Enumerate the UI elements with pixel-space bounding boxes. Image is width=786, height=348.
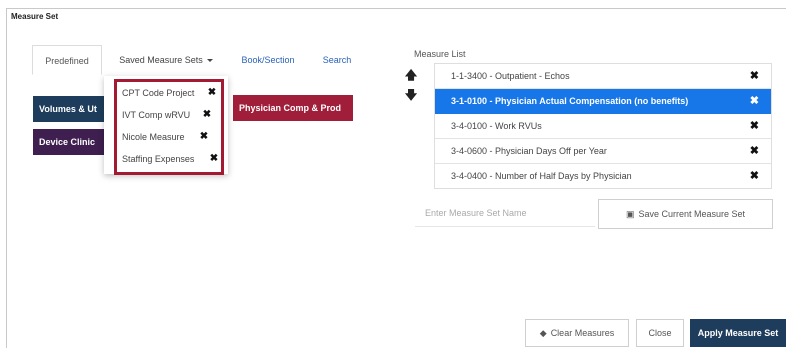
- tab-search[interactable]: Search: [312, 45, 362, 75]
- close-icon[interactable]: ✖: [750, 114, 759, 138]
- saved-set-item[interactable]: IVT Comp wRVU: [122, 108, 190, 122]
- measure-item-label: 3-1-0100 - Physician Actual Compensation…: [451, 96, 689, 106]
- tab-book-section[interactable]: Book/Section: [232, 45, 304, 75]
- panel-title: Measure Set: [11, 12, 59, 21]
- save-button-label: Save Current Measure Set: [638, 209, 746, 219]
- saved-set-item[interactable]: Nicole Measure: [122, 130, 185, 144]
- close-icon[interactable]: ✖: [750, 139, 759, 163]
- tab-saved-measure-sets[interactable]: Saved Measure Sets: [104, 45, 228, 75]
- close-icon[interactable]: ✖: [199, 130, 209, 144]
- close-icon[interactable]: ✖: [750, 164, 759, 188]
- measure-list-item[interactable]: 3-4-0100 - Work RVUs ✖: [435, 114, 771, 139]
- measure-set-name-input[interactable]: [415, 199, 595, 227]
- measure-item-label: 3-4-0400 - Number of Half Days by Physic…: [451, 171, 632, 181]
- measure-list-item[interactable]: 3-4-0600 - Physician Days Off per Year ✖: [435, 139, 771, 164]
- close-icon[interactable]: ✖: [750, 89, 759, 113]
- measure-item-label: 3-4-0100 - Work RVUs: [451, 121, 542, 131]
- measure-list-item[interactable]: 1-1-3400 - Outpatient - Echos ✖: [435, 64, 771, 89]
- measure-source-tabs: Predefined Saved Measure Sets Book/Secti…: [32, 45, 367, 75]
- close-icon[interactable]: ✖: [209, 152, 219, 166]
- saved-set-item[interactable]: CPT Code Project: [122, 86, 194, 100]
- close-icon[interactable]: ✖: [207, 86, 217, 100]
- measure-list-label: Measure List: [414, 49, 466, 59]
- tab-predefined[interactable]: Predefined: [32, 45, 102, 75]
- chip-physician-comp[interactable]: Physician Comp & Prod: [233, 95, 353, 121]
- clear-button-label: Clear Measures: [550, 328, 615, 338]
- measure-list: 1-1-3400 - Outpatient - Echos ✖ 3-1-0100…: [434, 63, 772, 189]
- chip-device-clinic[interactable]: Device Clinic: [33, 129, 105, 155]
- arrow-down-icon[interactable]: 🡇: [404, 86, 418, 107]
- tab-saved-measure-sets-label: Saved Measure Sets: [119, 55, 203, 65]
- caret-down-icon: [206, 59, 213, 63]
- measure-list-item-selected[interactable]: 3-1-0100 - Physician Actual Compensation…: [435, 89, 771, 114]
- measure-list-item[interactable]: 3-4-0400 - Number of Half Days by Physic…: [435, 164, 771, 188]
- measure-item-label: 1-1-3400 - Outpatient - Echos: [451, 71, 570, 81]
- close-icon[interactable]: ✖: [750, 64, 759, 88]
- save-current-measure-set-button[interactable]: ▣ Save Current Measure Set: [598, 199, 773, 229]
- floppy-disk-icon: ▣: [625, 209, 635, 219]
- measure-item-label: 3-4-0600 - Physician Days Off per Year: [451, 146, 607, 156]
- arrow-up-icon[interactable]: 🡅: [404, 66, 418, 87]
- eraser-icon: ◆: [539, 328, 547, 338]
- saved-set-item[interactable]: Staffing Expenses: [122, 152, 194, 166]
- close-icon[interactable]: ✖: [202, 108, 212, 122]
- chip-volumes[interactable]: Volumes & Ut: [33, 96, 105, 122]
